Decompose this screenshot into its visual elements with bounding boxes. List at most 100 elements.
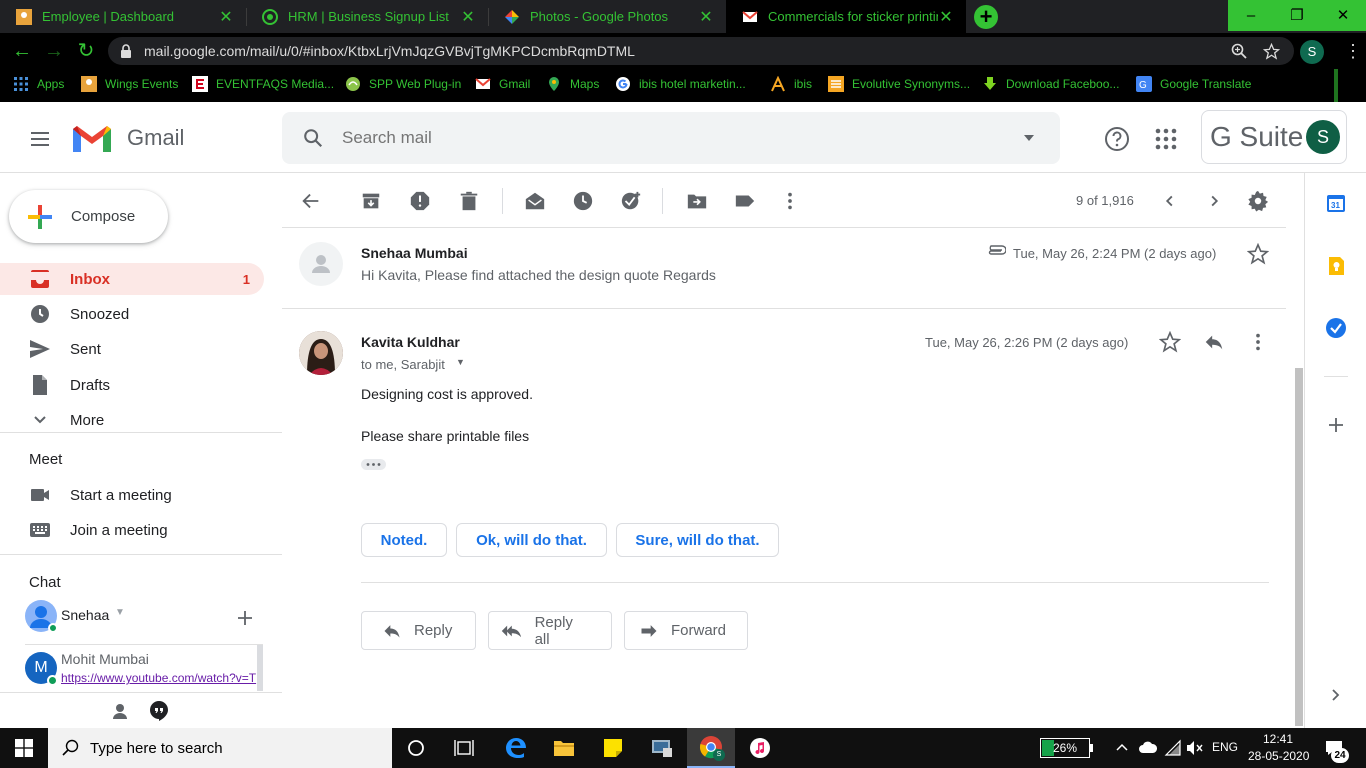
wifi-icon[interactable] (1164, 739, 1182, 757)
task-view-button[interactable] (440, 728, 488, 768)
bookmark-apps[interactable]: Apps (13, 76, 64, 92)
chat-self-name[interactable]: Snehaa (61, 607, 109, 623)
minimize-button[interactable]: – (1228, 0, 1274, 31)
bookmark-gmail[interactable]: Gmail (475, 76, 530, 92)
smart-reply-will-do[interactable]: Ok, will do that. (456, 523, 607, 557)
expand-panel-chevron-icon[interactable] (1328, 688, 1342, 702)
windows-start-icon[interactable] (15, 739, 33, 757)
label-icon[interactable] (734, 190, 756, 212)
main-scrollbar[interactable] (1295, 368, 1303, 726)
nav-snoozed[interactable]: Snoozed (0, 298, 264, 330)
tab-hrm-signup[interactable]: HRM | Business Signup List ✕ (246, 0, 488, 33)
tab-employee-dashboard[interactable]: Employee | Dashboard ✕ (0, 0, 246, 33)
add-task-icon[interactable] (620, 190, 642, 212)
compose-button[interactable]: Compose (9, 190, 168, 243)
hangouts-icon[interactable] (148, 700, 170, 722)
back-to-inbox-icon[interactable] (300, 190, 322, 212)
address-bar[interactable]: mail.google.com/mail/u/0/#inbox/KtbxLrjV… (108, 37, 1294, 65)
tab-google-photos[interactable]: Photos - Google Photos ✕ (488, 0, 726, 33)
bookmark-star-icon[interactable] (1263, 43, 1280, 60)
nav-inbox[interactable]: Inbox 1 (0, 263, 264, 295)
close-tab-icon[interactable]: ✕ (218, 7, 234, 27)
calendar-icon[interactable]: 31 (1326, 193, 1346, 213)
bookmark-ibis-hotel[interactable]: ibis hotel marketin... (615, 76, 746, 92)
main-menu-icon[interactable] (28, 127, 52, 151)
back-button[interactable]: ← (11, 40, 33, 62)
message-more-icon[interactable] (1247, 331, 1269, 353)
google-apps-icon[interactable] (1155, 128, 1177, 150)
edge-app[interactable] (492, 728, 540, 768)
tray-chevron-up-icon[interactable] (1115, 742, 1129, 752)
tasks-icon[interactable] (1325, 317, 1347, 339)
bookmark-evolutive[interactable]: Evolutive Synonyms... (828, 76, 970, 92)
contact-snippet-link[interactable]: https://www.youtube.com/watch?v=T (61, 671, 257, 685)
clock-time[interactable]: 12:41 (1263, 732, 1293, 746)
bookmark-google-translate[interactable]: G Google Translate (1136, 76, 1251, 92)
input-language[interactable]: ENG (1212, 740, 1238, 754)
start-meeting[interactable]: Start a meeting (0, 479, 264, 511)
control-panel-app[interactable] (638, 728, 686, 768)
self-avatar[interactable] (25, 600, 58, 633)
close-tab-icon[interactable]: ✕ (460, 7, 476, 27)
file-explorer-app[interactable] (540, 728, 588, 768)
star-icon[interactable] (1247, 243, 1269, 265)
sticky-notes-app[interactable] (589, 728, 637, 768)
mark-unread-icon[interactable] (524, 190, 546, 212)
move-to-icon[interactable] (686, 190, 708, 212)
reload-button[interactable]: ↻ (75, 40, 97, 62)
bookmark-ibis[interactable]: ibis (770, 76, 812, 92)
cortana-button[interactable] (392, 728, 440, 768)
smart-reply-noted[interactable]: Noted. (361, 523, 447, 557)
clock-date[interactable]: 28-05-2020 (1248, 749, 1309, 763)
bookmark-maps[interactable]: Maps (546, 76, 599, 92)
help-icon[interactable] (1104, 126, 1130, 152)
star-icon[interactable] (1159, 331, 1181, 353)
forward-button[interactable]: Forward (624, 611, 748, 650)
search-options-icon[interactable] (1022, 133, 1036, 143)
add-chat-icon[interactable] (236, 609, 254, 627)
add-addon-icon[interactable] (1327, 416, 1345, 434)
zoom-icon[interactable] (1231, 43, 1247, 59)
bookmark-wings-events[interactable]: Wings Events (81, 76, 178, 92)
reply-icon[interactable] (1203, 331, 1225, 353)
nav-drafts[interactable]: Drafts (0, 369, 264, 401)
contact-name[interactable]: Mohit Mumbai (61, 651, 149, 667)
search-bar[interactable] (282, 112, 1060, 164)
bookmark-eventfaqs[interactable]: EVENTFAQS Media... (192, 76, 334, 92)
tab-commercials-sticker[interactable]: Commercials for sticker printing ✕ (726, 0, 966, 33)
close-tab-icon[interactable]: ✕ (698, 7, 714, 27)
onedrive-cloud-icon[interactable] (1138, 740, 1158, 754)
delete-icon[interactable] (458, 190, 480, 212)
archive-icon[interactable] (360, 190, 382, 212)
collapsed-message[interactable]: Snehaa Mumbai Hi Kavita, Please find att… (282, 229, 1286, 309)
chrome-app[interactable]: S (687, 728, 735, 768)
browser-menu-icon[interactable]: ⋮ (1344, 41, 1362, 61)
taskbar-search[interactable]: Type here to search (48, 728, 392, 768)
more-options-icon[interactable] (779, 190, 801, 212)
itunes-app[interactable] (736, 728, 784, 768)
show-trimmed-content-button[interactable] (361, 459, 386, 470)
chat-scrollbar[interactable] (257, 645, 263, 691)
new-tab-button[interactable]: + (974, 5, 998, 29)
reply-all-button[interactable]: Reply all (488, 611, 612, 650)
join-meeting[interactable]: Join a meeting (0, 514, 264, 546)
settings-gear-icon[interactable] (1247, 190, 1269, 212)
status-dropdown-icon[interactable]: ▼ (115, 607, 125, 618)
gsuite-account-box[interactable]: G Suite S (1201, 110, 1347, 164)
account-avatar[interactable]: S (1306, 120, 1340, 154)
bookmark-spp-plugin[interactable]: SPP Web Plug-in (345, 76, 461, 92)
search-icon[interactable] (302, 127, 324, 149)
nav-sent[interactable]: Sent (0, 333, 264, 365)
recipients-dropdown-icon[interactable]: ▼ (456, 357, 465, 367)
bookmark-download-facebook[interactable]: Download Faceboo... (982, 76, 1119, 92)
smart-reply-sure[interactable]: Sure, will do that. (616, 523, 779, 557)
newer-chevron-left-icon[interactable] (1159, 190, 1181, 212)
forward-button[interactable]: → (43, 40, 65, 62)
older-chevron-right-icon[interactable] (1203, 190, 1225, 212)
reply-button[interactable]: Reply (361, 611, 476, 650)
contacts-icon[interactable] (110, 701, 130, 721)
report-spam-icon[interactable] (409, 190, 431, 212)
gmail-logo-icon[interactable] (71, 123, 113, 155)
volume-muted-icon[interactable] (1186, 740, 1204, 756)
close-window-button[interactable]: ✕ (1320, 0, 1366, 31)
